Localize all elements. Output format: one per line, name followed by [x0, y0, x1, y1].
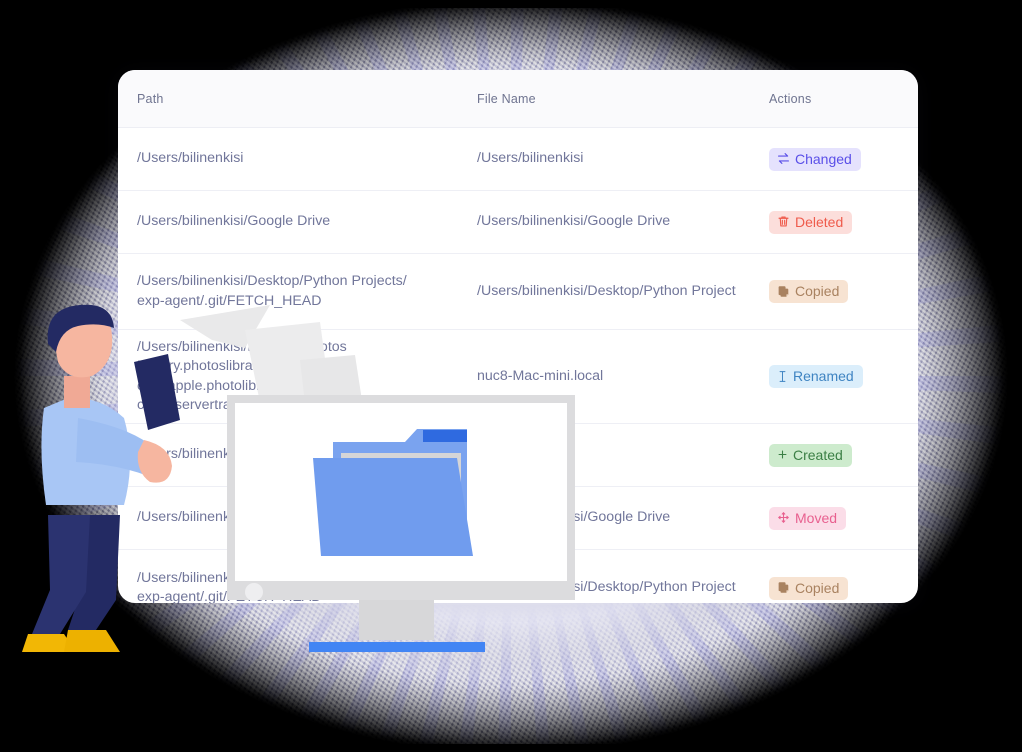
move-arrows-icon — [778, 512, 789, 523]
swap-arrows-icon — [778, 153, 789, 164]
trash-icon — [778, 216, 789, 227]
monitor-stand-neck — [359, 600, 434, 640]
person-holding-phone — [22, 304, 180, 652]
status-badge-moved[interactable]: Moved — [769, 506, 847, 530]
status-badge-label: Created — [793, 446, 843, 463]
status-badge-deleted[interactable]: Deleted — [769, 210, 853, 234]
folder-front — [313, 458, 473, 556]
plus-icon — [778, 450, 787, 459]
cell-file-name: /Users/bilinenkisi/Google Drive — [477, 213, 671, 230]
copy-icon — [778, 582, 789, 593]
status-badge-label: Deleted — [795, 213, 844, 230]
status-badge-renamed[interactable]: Renamed — [769, 365, 863, 388]
column-header-file-name: File Name — [477, 91, 536, 106]
copy-icon — [778, 285, 789, 297]
status-badge-created[interactable]: Created — [769, 443, 852, 467]
cell-action: Moved — [754, 506, 918, 530]
cell-action: Renamed — [754, 365, 918, 388]
cell-action: Copied — [754, 280, 918, 303]
status-badge-copied[interactable]: Copied — [769, 576, 849, 600]
smartphone-icon — [134, 354, 180, 430]
person-shoe-back — [64, 630, 120, 652]
person-hand — [137, 440, 172, 483]
status-badge-label: Moved — [795, 509, 838, 526]
table-row[interactable]: /Users/bilinenkisi/Google Drive /Users/b… — [118, 191, 918, 254]
text-cursor-icon — [779, 370, 786, 382]
cell-action: Changed — [754, 147, 918, 171]
cell-action: Deleted — [754, 210, 918, 234]
status-badge-label: Copied — [795, 283, 840, 299]
status-badge-label: Copied — [795, 579, 840, 596]
status-badge-label: Changed — [795, 150, 852, 167]
desktop-monitor-with-folder — [227, 395, 575, 652]
table-header-row: Path File Name Actions — [118, 70, 918, 128]
table-row[interactable]: /Users/bilinenkisi /Users/bilinenkisi Ch… — [118, 128, 918, 191]
cell-action: Created — [754, 443, 918, 467]
cell-path: /Users/bilinenkisi/Google Drive — [137, 213, 331, 230]
status-badge-copied[interactable]: Copied — [769, 280, 849, 303]
cell-file-name: /Users/bilinenkisi — [477, 150, 584, 167]
column-header-actions: Actions — [769, 91, 812, 106]
screenshot-stage: Path File Name Actions /Users/bilinenkis… — [0, 0, 1022, 752]
monitor-base-bar — [309, 642, 485, 652]
cell-path: /Users/bilinenkisi — [137, 150, 244, 167]
status-badge-changed[interactable]: Changed — [769, 147, 861, 171]
folder-tab-accent — [423, 430, 467, 442]
cell-action: Copied — [754, 576, 918, 600]
column-header-path: Path — [137, 91, 164, 106]
person-neck — [64, 376, 90, 408]
status-badge-label: Renamed — [793, 368, 854, 384]
monitor-camera-dot — [245, 583, 263, 601]
